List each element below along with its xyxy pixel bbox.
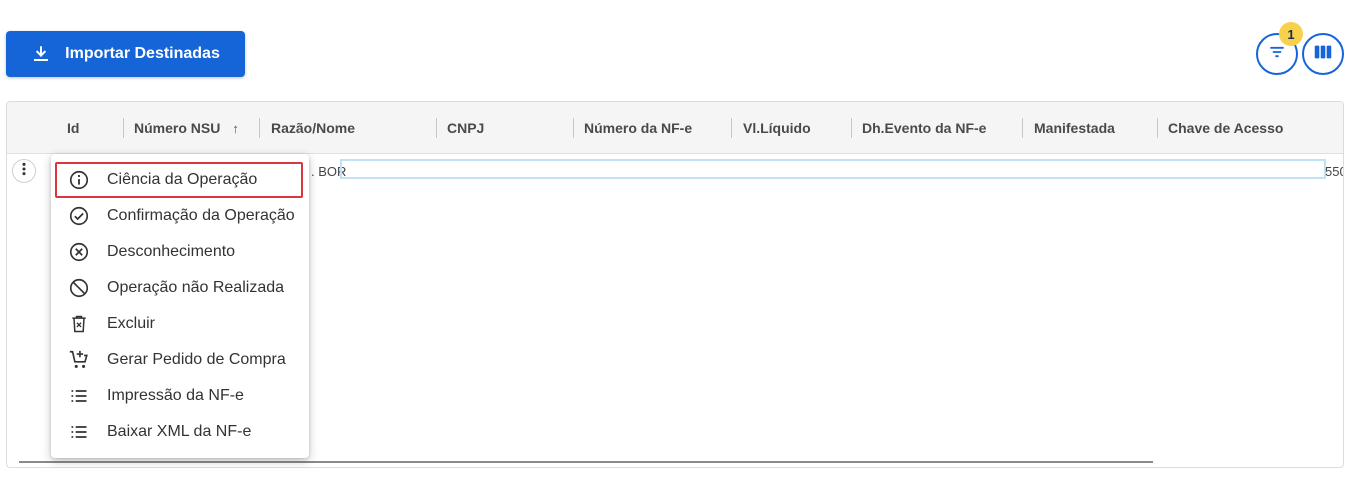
column-header-numero-nfe[interactable]: Número da NF-e [584, 102, 692, 154]
menu-item-operacao-nao-realizada[interactable]: Operação não Realizada [51, 270, 309, 306]
menu-item-label: Operação não Realizada [107, 279, 285, 296]
column-header-numero-nsu[interactable]: Número NSU ↑ [134, 102, 239, 154]
menu-item-confirmacao-operacao[interactable]: Confirmação da Operação [51, 198, 309, 234]
add-cart-icon [67, 348, 91, 372]
row-context-menu: Ciência da Operação Confirmação da Opera… [51, 154, 309, 458]
cancel-circle-icon [67, 240, 91, 264]
row-selection-highlight [340, 159, 1326, 179]
menu-item-label: Excluir [107, 315, 156, 332]
column-label: Manifestada [1034, 120, 1115, 136]
column-separator[interactable] [1157, 118, 1158, 138]
block-icon [67, 276, 91, 300]
menu-item-label: Confirmação da Operação [107, 207, 295, 224]
column-header-dh-evento[interactable]: Dh.Evento da NF-e [862, 102, 986, 154]
info-icon [67, 168, 91, 192]
menu-item-baixar-xml-nfe[interactable]: Baixar XML da NF-e [51, 414, 309, 450]
column-separator[interactable] [1022, 118, 1023, 138]
menu-item-impressao-nfe[interactable]: Impressão da NF-e [51, 378, 309, 414]
grid-header: Id Número NSU ↑ Razão/Nome CNPJ Número d… [7, 102, 1343, 154]
list-icon [67, 384, 91, 408]
sort-ascending-icon[interactable]: ↑ [232, 121, 239, 136]
column-label: Vl.Líquido [743, 120, 811, 136]
column-label: Razão/Nome [271, 120, 356, 136]
row-chave-acesso: 550 [1325, 164, 1343, 179]
delete-icon [67, 312, 91, 336]
menu-item-label: Baixar XML da NF-e [107, 423, 252, 440]
column-label: Dh.Evento da NF-e [862, 120, 987, 136]
column-separator[interactable] [573, 118, 574, 138]
list-icon [67, 420, 91, 444]
column-label: CNPJ [447, 120, 485, 136]
menu-item-label: Impressão da NF-e [107, 387, 244, 404]
column-label: Número NSU [134, 120, 221, 136]
import-button-label: Importar Destinadas [65, 45, 220, 62]
menu-item-label: Ciência da Operação [107, 171, 258, 188]
filter-icon [1267, 42, 1287, 67]
column-header-razao-nome[interactable]: Razão/Nome [271, 102, 355, 154]
column-separator[interactable] [731, 118, 732, 138]
download-icon [31, 44, 51, 64]
row-actions-button[interactable] [12, 159, 36, 183]
menu-item-label: Desconhecimento [107, 243, 236, 260]
column-separator[interactable] [123, 118, 124, 138]
menu-item-gerar-pedido-compra[interactable]: Gerar Pedido de Compra [51, 342, 309, 378]
menu-item-ciencia-operacao[interactable]: Ciência da Operação [55, 162, 303, 198]
column-label: Chave de Acesso [1168, 120, 1284, 136]
check-circle-icon [67, 204, 91, 228]
column-header-vl-liquido[interactable]: Vl.Líquido [743, 102, 811, 154]
import-destinadas-button[interactable]: Importar Destinadas [6, 31, 245, 77]
column-header-id[interactable]: Id [67, 102, 79, 154]
more-vert-icon [16, 161, 32, 182]
menu-item-label: Gerar Pedido de Compra [107, 351, 286, 368]
view-columns-icon [1312, 41, 1334, 68]
column-header-cnpj[interactable]: CNPJ [447, 102, 484, 154]
column-header-chave-acesso[interactable]: Chave de Acesso [1168, 102, 1283, 154]
columns-button[interactable] [1302, 33, 1344, 75]
column-separator[interactable] [436, 118, 437, 138]
column-separator[interactable] [851, 118, 852, 138]
horizontal-scrollbar[interactable] [19, 461, 1153, 463]
filter-count-badge: 1 [1279, 22, 1303, 46]
menu-item-excluir[interactable]: Excluir [51, 306, 309, 342]
column-separator[interactable] [259, 118, 260, 138]
column-label: Id [67, 120, 80, 136]
column-label: Número da NF-e [584, 120, 693, 136]
column-header-manifestada[interactable]: Manifestada [1034, 102, 1115, 154]
menu-item-desconhecimento[interactable]: Desconhecimento [51, 234, 309, 270]
